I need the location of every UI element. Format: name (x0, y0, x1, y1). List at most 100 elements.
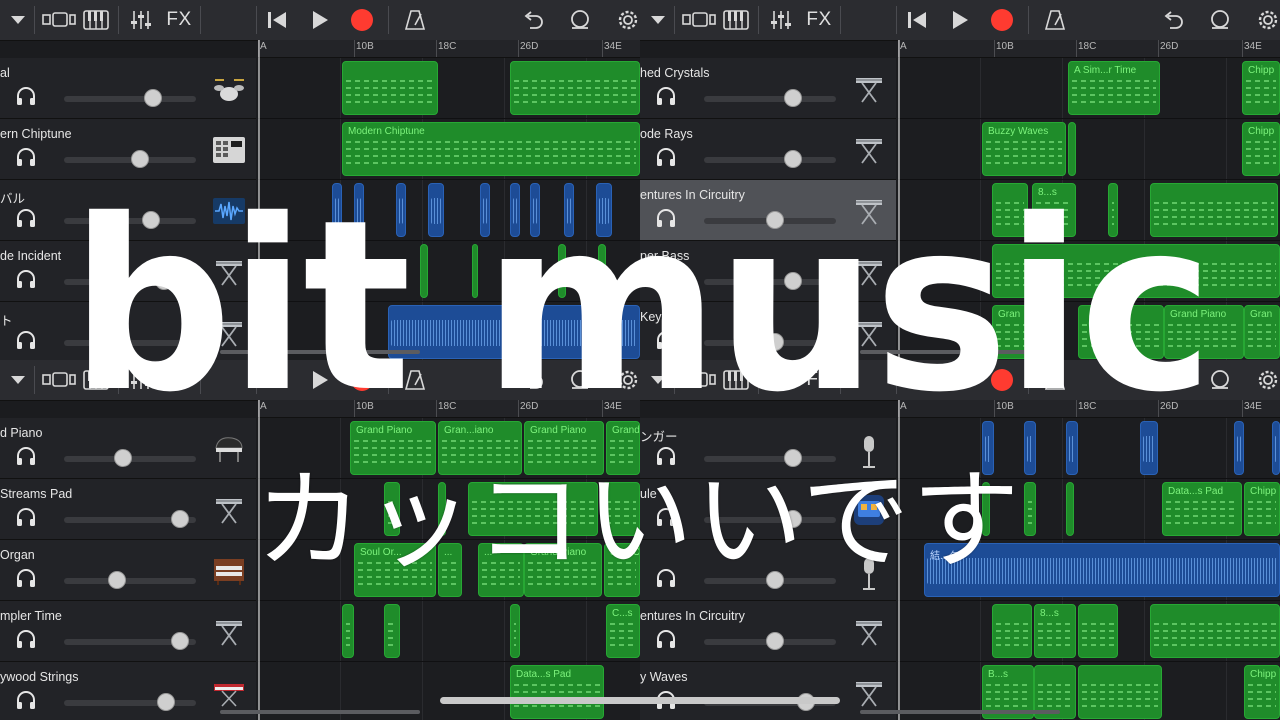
midi-region[interactable]: A Sim...r Time (1068, 61, 1160, 115)
metronome-button[interactable] (402, 7, 428, 33)
midi-region[interactable] (1024, 482, 1036, 536)
menu-dropdown-button[interactable] (644, 7, 672, 33)
keyboard-button[interactable] (722, 7, 750, 33)
loop-browser-button[interactable] (1206, 7, 1234, 33)
midi-region[interactable] (510, 604, 520, 658)
record-button[interactable] (348, 7, 376, 33)
audio-region[interactable] (480, 183, 490, 237)
headphones-icon[interactable] (15, 86, 37, 106)
midi-region[interactable]: 8...s (1032, 183, 1076, 237)
volume-slider[interactable] (64, 333, 196, 351)
metronome-button[interactable] (402, 367, 428, 393)
midi-region[interactable] (472, 244, 478, 298)
undo-button[interactable] (1160, 367, 1186, 393)
headphones-icon[interactable] (15, 568, 37, 588)
mixer-button[interactable] (768, 7, 794, 33)
play-button[interactable] (308, 367, 332, 393)
home-indicator[interactable] (440, 697, 840, 704)
record-button[interactable] (348, 367, 376, 393)
timeline-ruler[interactable]: A 10B 18C 26D 34E (258, 400, 640, 418)
headphones-icon[interactable] (15, 147, 37, 167)
menu-dropdown-button[interactable] (644, 367, 672, 393)
midi-region[interactable] (598, 244, 606, 298)
play-button[interactable] (948, 367, 972, 393)
horizontal-scrollbar[interactable] (220, 710, 420, 714)
volume-knob[interactable] (765, 211, 784, 229)
volume-slider[interactable] (704, 632, 836, 650)
tracks-view-button[interactable] (40, 7, 78, 33)
track-header[interactable]: entures In Circuitry (640, 601, 896, 662)
track-header[interactable]: d Piano (0, 418, 256, 479)
settings-button[interactable] (1254, 367, 1280, 393)
loop-browser-button[interactable] (566, 367, 594, 393)
volume-slider[interactable] (704, 150, 836, 168)
headphones-icon[interactable] (655, 147, 677, 167)
rewind-button[interactable] (264, 367, 290, 393)
midi-region[interactable]: C...s (606, 604, 640, 658)
midi-region[interactable] (384, 604, 400, 658)
keyboard-button[interactable] (82, 7, 110, 33)
tracks-view-button[interactable] (680, 7, 718, 33)
metronome-button[interactable] (1042, 367, 1068, 393)
midi-region[interactable] (558, 244, 566, 298)
volume-slider[interactable] (64, 571, 196, 589)
headphones-icon[interactable] (15, 446, 37, 466)
horizontal-scrollbar[interactable] (860, 350, 1060, 354)
volume-slider[interactable] (704, 211, 836, 229)
headphones-icon[interactable] (15, 208, 37, 228)
volume-slider[interactable] (64, 272, 196, 290)
playhead[interactable] (898, 40, 900, 360)
midi-region[interactable]: Chipp (1244, 665, 1280, 719)
headphones-icon[interactable] (15, 330, 37, 350)
audio-region[interactable] (530, 183, 540, 237)
settings-button[interactable] (614, 7, 640, 33)
volume-slider[interactable] (64, 89, 196, 107)
audio-region[interactable] (428, 183, 444, 237)
midi-region[interactable] (1150, 604, 1280, 658)
volume-knob[interactable] (155, 272, 174, 290)
track-header[interactable]: y Waves (640, 662, 896, 720)
rewind-button[interactable] (904, 7, 930, 33)
audio-region[interactable] (354, 183, 364, 237)
volume-knob[interactable] (765, 333, 784, 351)
fx-button[interactable]: FX (164, 367, 194, 393)
midi-region[interactable] (1078, 665, 1162, 719)
audio-region[interactable] (596, 183, 612, 237)
play-button[interactable] (308, 7, 332, 33)
volume-slider[interactable] (704, 272, 836, 290)
midi-region[interactable] (1066, 482, 1074, 536)
mixer-button[interactable] (128, 7, 154, 33)
headphones-icon[interactable] (655, 208, 677, 228)
menu-dropdown-button[interactable] (4, 367, 32, 393)
audio-region[interactable] (1234, 421, 1244, 475)
volume-knob[interactable] (783, 89, 802, 107)
playhead[interactable] (258, 40, 260, 360)
tracks-view-button[interactable] (680, 367, 718, 393)
track-header[interactable]: de Incident (0, 241, 256, 302)
fx-button[interactable]: FX (804, 367, 834, 393)
track-header[interactable]: hed Crystals (640, 58, 896, 119)
settings-button[interactable] (614, 367, 640, 393)
tracks-view-button[interactable] (40, 367, 78, 393)
volume-knob[interactable] (114, 449, 133, 467)
volume-knob[interactable] (783, 150, 802, 168)
midi-region[interactable] (1150, 183, 1278, 237)
volume-slider[interactable] (64, 150, 196, 168)
midi-region[interactable] (992, 183, 1028, 237)
audio-region[interactable] (332, 183, 342, 237)
undo-button[interactable] (520, 7, 546, 33)
fx-button[interactable]: FX (804, 7, 834, 33)
midi-region[interactable] (342, 604, 354, 658)
volume-slider[interactable] (704, 89, 836, 107)
track-header[interactable]: mpler Time (0, 601, 256, 662)
track-header[interactable]: ト (0, 302, 256, 360)
midi-region[interactable] (992, 244, 1280, 298)
midi-region[interactable] (342, 244, 350, 298)
fx-button[interactable]: FX (164, 7, 194, 33)
midi-region[interactable] (992, 604, 1032, 658)
track-header[interactable]: Keys (640, 302, 896, 360)
headphones-icon[interactable] (15, 690, 37, 710)
track-header[interactable]: バル (0, 180, 256, 241)
midi-region[interactable] (1078, 305, 1164, 359)
volume-knob[interactable] (131, 150, 150, 168)
